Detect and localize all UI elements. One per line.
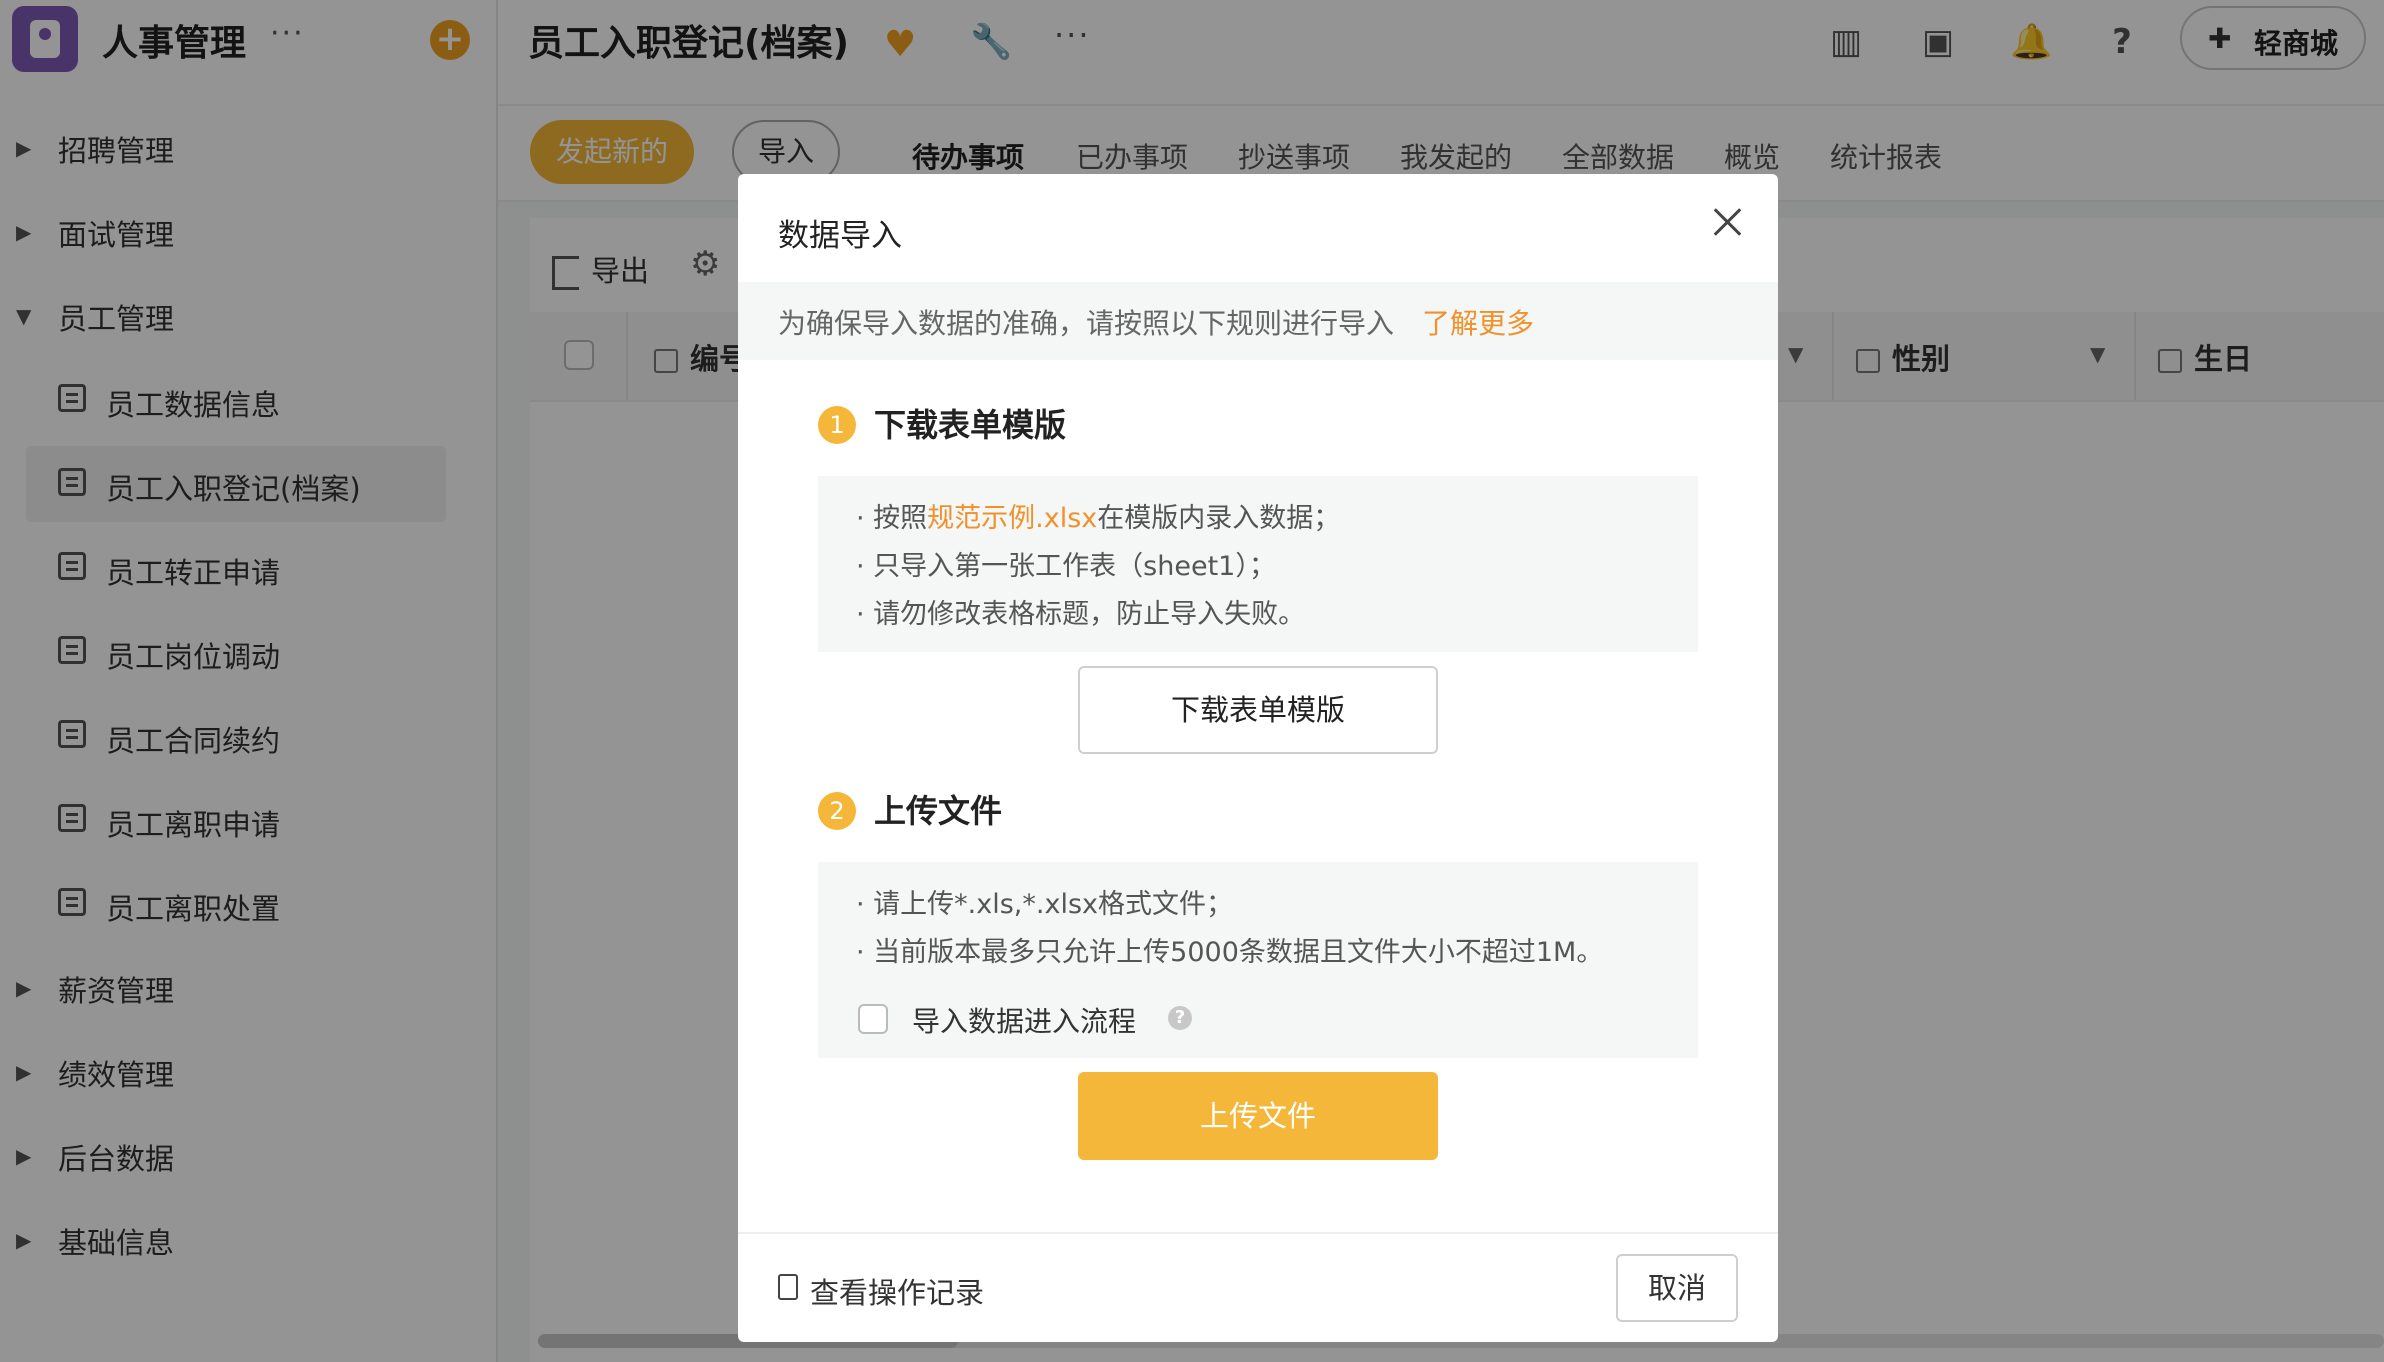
step-title: 上传文件 bbox=[874, 792, 1003, 830]
import-into-process-checkbox[interactable] bbox=[858, 1004, 888, 1034]
step1-tips: · 按照规范示例.xlsx在模版内录入数据； · 只导入第一张工作表（sheet… bbox=[818, 476, 1698, 652]
upload-file-button[interactable]: 上传文件 bbox=[1078, 1072, 1438, 1160]
close-icon[interactable] bbox=[1706, 202, 1750, 246]
tip-item: · 请勿修改表格标题，防止导入失败。 bbox=[856, 599, 1306, 630]
tip-item: · 按照规范示例.xlsx在模版内录入数据； bbox=[856, 503, 1341, 534]
step-title: 下载表单模版 bbox=[874, 406, 1067, 444]
sample-file-link[interactable]: 规范示例.xlsx bbox=[927, 503, 1097, 534]
cancel-button[interactable]: 取消 bbox=[1616, 1254, 1738, 1322]
notice-text: 为确保导入数据的准确，请按照以下规则进行导入 bbox=[778, 307, 1395, 340]
tip-item: · 只导入第一张工作表（sheet1）； bbox=[856, 551, 1276, 582]
dialog-title: 数据导入 bbox=[778, 218, 902, 254]
download-template-button[interactable]: 下载表单模版 bbox=[1078, 666, 1438, 754]
dialog-footer: 查看操作记录 取消 bbox=[738, 1232, 1778, 1342]
learn-more-link[interactable]: 了解更多 bbox=[1422, 302, 1534, 342]
checkbox-label[interactable]: 导入数据进入流程 bbox=[912, 1000, 1136, 1040]
tip-item: · 请上传*.xls,*.xlsx格式文件； bbox=[856, 889, 1233, 920]
tip-item: · 当前版本最多只允许上传5000条数据且文件大小不超过1M。 bbox=[856, 937, 1604, 968]
notice-bar: 为确保导入数据的准确，请按照以下规则进行导入 了解更多 bbox=[738, 282, 1778, 360]
step-number-badge: 2 bbox=[818, 792, 856, 830]
view-records-link[interactable]: 查看操作记录 bbox=[810, 1270, 984, 1312]
record-icon bbox=[778, 1274, 798, 1300]
import-dialog: 数据导入 为确保导入数据的准确，请按照以下规则进行导入 了解更多 1 下载表单模… bbox=[738, 174, 1778, 1342]
step-number-badge: 1 bbox=[818, 406, 856, 444]
step2-tips: · 请上传*.xls,*.xlsx格式文件； · 当前版本最多只允许上传5000… bbox=[818, 862, 1698, 1058]
help-icon[interactable]: ? bbox=[1168, 1006, 1192, 1030]
